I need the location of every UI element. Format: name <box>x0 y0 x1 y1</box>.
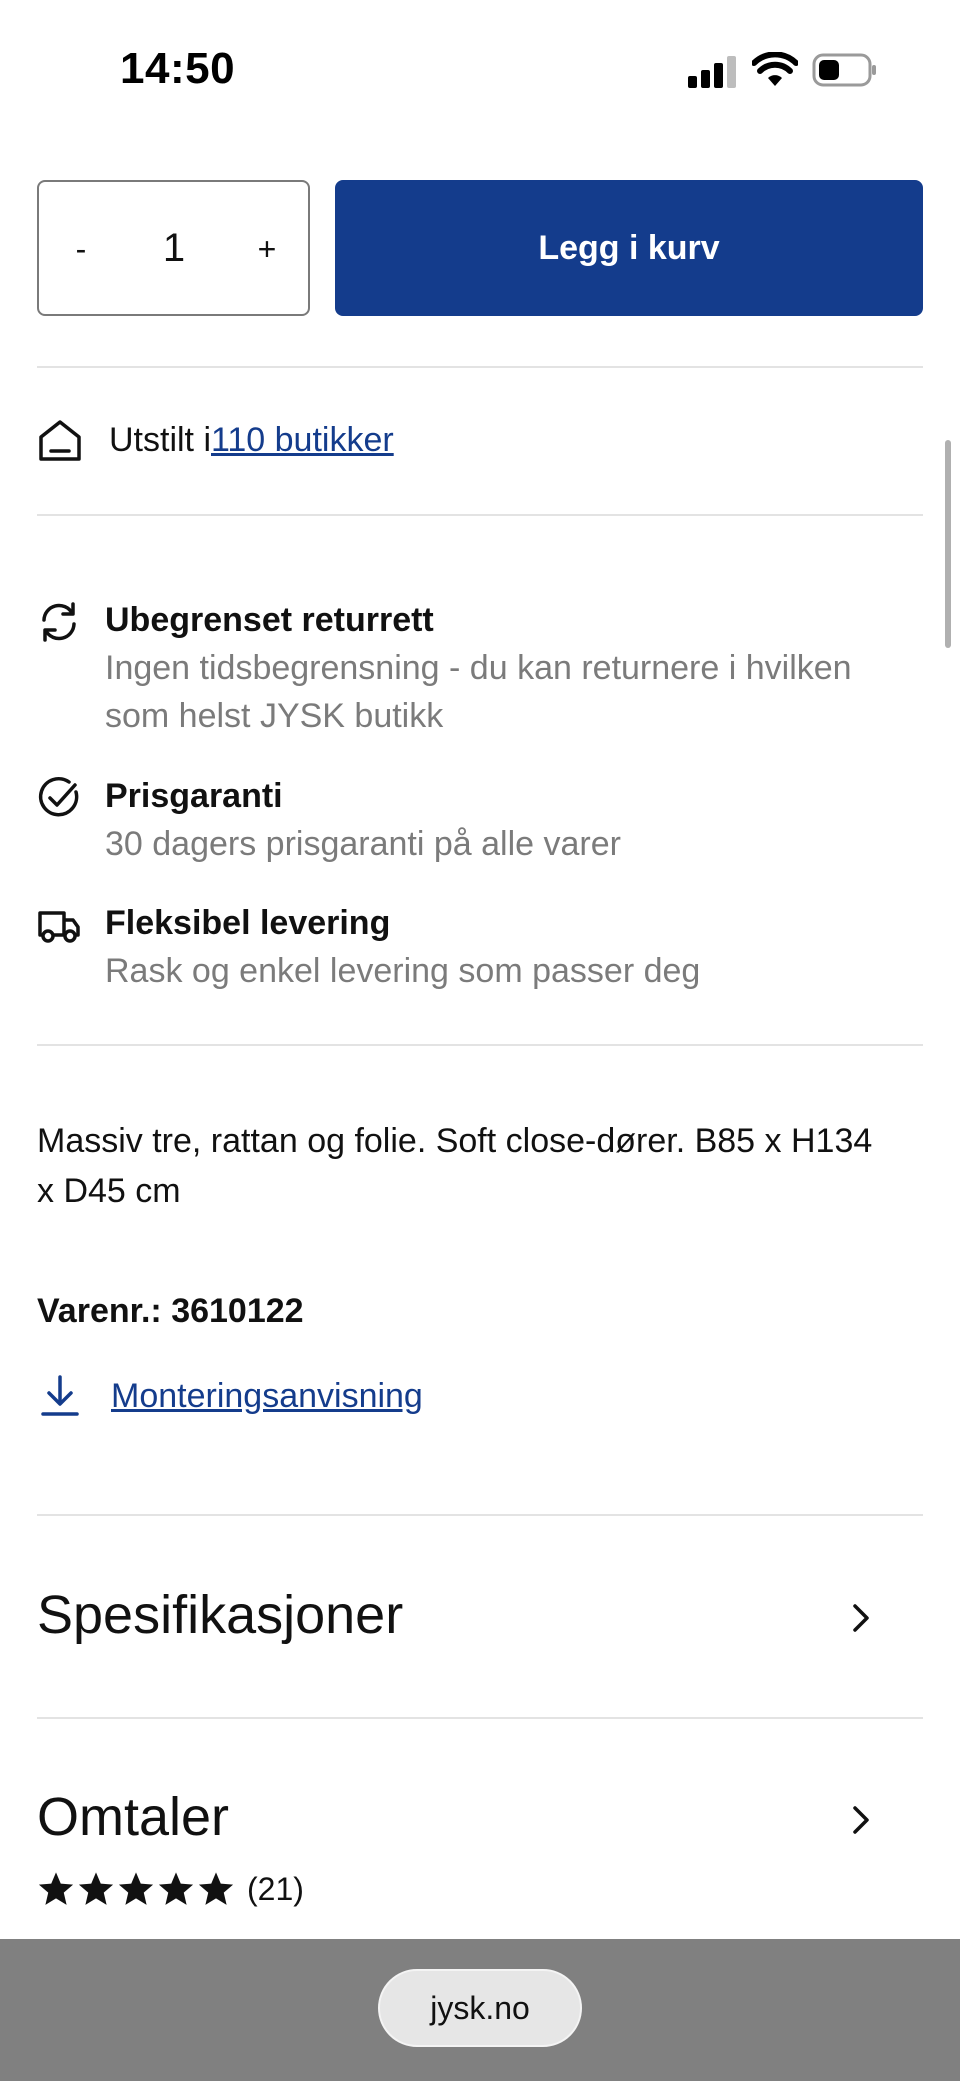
article-number: Varenr.: 3610122 <box>37 1292 304 1330</box>
star-icon <box>38 1872 74 1905</box>
address-bar[interactable]: jysk.no <box>378 1969 582 2047</box>
usp-description: Rask og enkel levering som passer deg <box>105 952 701 990</box>
usp-price-guarantee: Prisgaranti 30 dagers prisgaranti på all… <box>37 772 923 868</box>
divider <box>37 1717 923 1719</box>
usp-title: Prisgaranti <box>105 777 283 815</box>
usp-title: Ubegrenset returrett <box>105 601 434 639</box>
battery-icon <box>812 53 876 87</box>
divider <box>37 1514 923 1516</box>
download-icon <box>41 1375 79 1416</box>
add-to-cart-button[interactable]: Legg i kurv <box>335 180 923 316</box>
quantity-increase-button[interactable]: + <box>247 224 287 274</box>
chevron-right-icon[interactable] <box>846 1800 876 1840</box>
usp-description: 30 dagers prisgaranti på alle varer <box>105 825 621 863</box>
truck-icon <box>38 911 80 943</box>
description-line: x D45 cm <box>37 1172 181 1210</box>
usp-flexible-delivery: Fleksibel levering Rask og enkel leverin… <box>37 899 923 995</box>
rating-stars: (21) <box>37 1870 304 1908</box>
store-availability: Utstilt i 110 butikker <box>37 415 394 465</box>
divider <box>37 514 923 516</box>
reviews-accordion[interactable]: Omtaler <box>37 1786 229 1848</box>
store-count-link[interactable]: 110 butikker <box>211 421 394 460</box>
quantity-decrease-button[interactable]: - <box>61 224 101 274</box>
assembly-instructions[interactable]: Monteringsanvisning <box>37 1368 423 1424</box>
usp-description-line: Ingen tidsbegrensning - du kan returnere… <box>105 649 852 687</box>
scrollbar[interactable] <box>945 440 951 648</box>
wifi-icon <box>752 52 798 86</box>
usp-description: Ingen tidsbegrensning - du kan returnere… <box>105 644 935 740</box>
quantity-stepper: - 1 + <box>37 180 310 316</box>
assembly-instructions-link[interactable]: Monteringsanvisning <box>111 1377 423 1416</box>
divider <box>37 1044 923 1046</box>
usp-return-policy: Ubegrenset returrett Ingen tidsbegrensni… <box>37 596 923 736</box>
status-bar: 14:50 <box>0 0 960 140</box>
cellular-signal-icon <box>688 56 736 88</box>
specifications-accordion[interactable]: Spesifikasjoner <box>37 1584 403 1646</box>
quantity-value[interactable]: 1 <box>139 220 209 276</box>
description-line: Massiv tre, rattan og folie. Soft close-… <box>37 1122 873 1160</box>
star-icon <box>118 1872 154 1905</box>
check-circle-icon <box>38 776 79 817</box>
star-icon <box>198 1872 234 1905</box>
store-icon <box>39 420 81 461</box>
star-icon <box>78 1872 114 1905</box>
usp-title: Fleksibel levering <box>105 904 391 942</box>
usp-description-line: som helst JYSK butikk <box>105 697 444 735</box>
refresh-icon <box>42 602 76 642</box>
star-icon <box>158 1872 194 1905</box>
store-availability-prefix: Utstilt i <box>109 420 211 459</box>
review-count: (21) <box>247 1870 304 1907</box>
status-time: 14:50 <box>120 44 236 93</box>
chevron-right-icon[interactable] <box>846 1598 876 1638</box>
browser-toolbar: jysk.no <box>0 1939 960 2081</box>
divider <box>37 366 923 368</box>
product-description: Massiv tre, rattan og folie. Soft close-… <box>37 1116 923 1216</box>
